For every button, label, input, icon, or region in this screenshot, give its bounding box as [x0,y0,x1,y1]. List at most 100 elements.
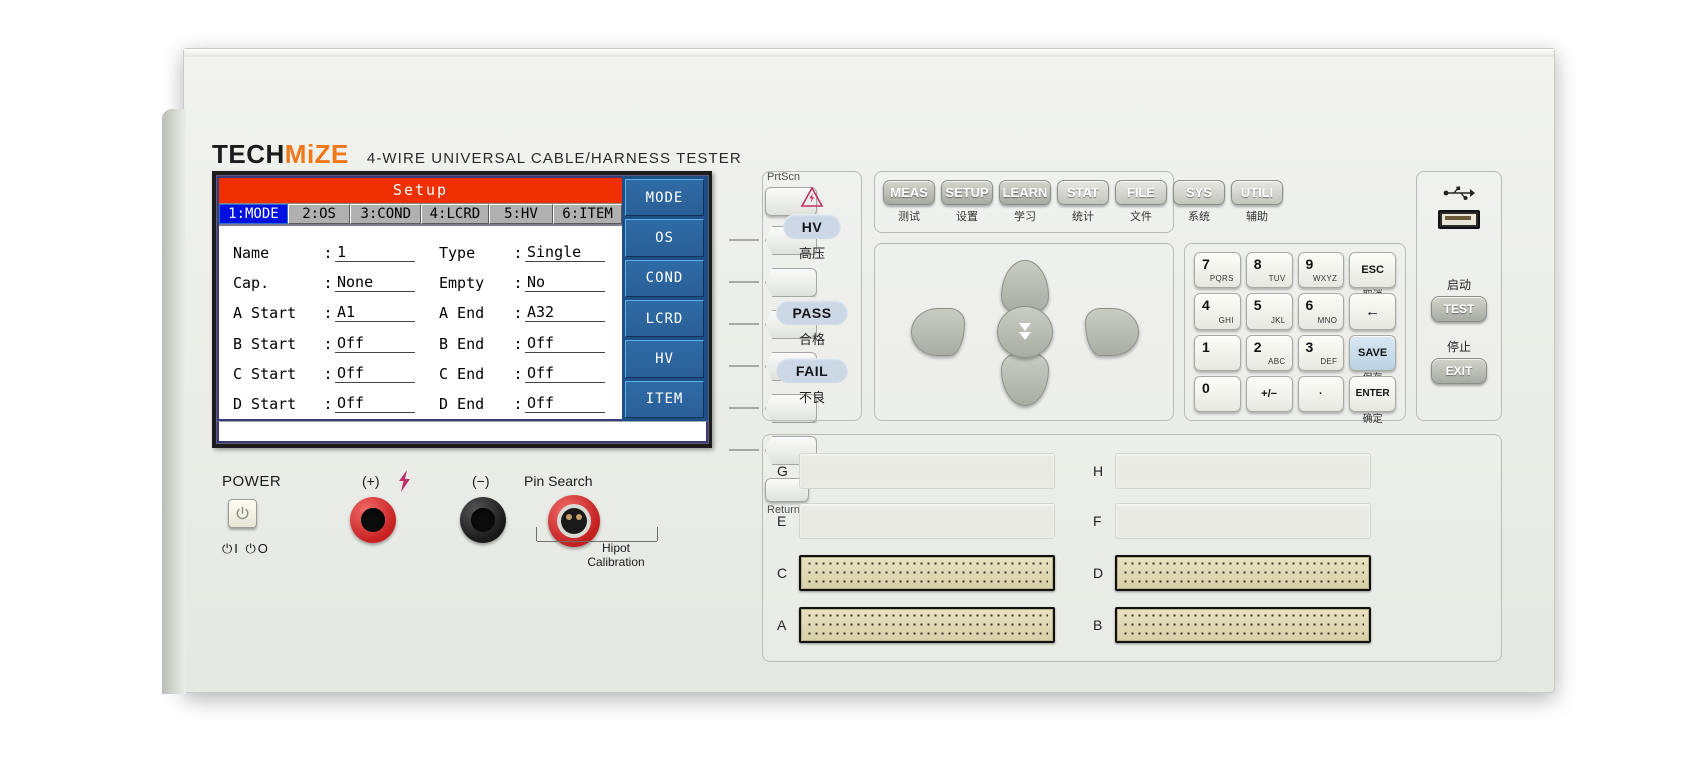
connector-blank-g[interactable] [799,453,1055,489]
double-arrow-down-icon[interactable] [997,306,1053,358]
field-a-end-value[interactable]: A32 [525,304,605,323]
pin-array [1117,557,1369,589]
tab-hv-label: 5:HV [504,206,538,222]
setup-key[interactable]: SETUP 设置 [941,180,993,224]
arrow-down-icon[interactable] [1001,354,1049,406]
key-guide-dash [729,449,759,451]
key-9-letters: WXYZ [1312,274,1338,284]
chassis-left-bevel [162,109,186,694]
field-type-value[interactable]: Single [525,244,605,263]
field-name-value[interactable]: 1 [335,244,415,263]
arrow-left-icon: ← [1365,302,1381,320]
field-c-end: C End : Off [439,364,605,383]
minus-banana-jack[interactable] [460,497,506,543]
pass-lamp: PASS [776,300,848,325]
pin-search-label: Pin Search [524,473,593,489]
softkey-lcrd[interactable]: LCRD [625,299,704,338]
connector-blank-e[interactable] [799,503,1055,539]
stat-key[interactable]: STAT 统计 [1057,180,1109,224]
connector-pins-d[interactable] [1115,555,1371,591]
key-backspace[interactable]: ← [1349,293,1396,330]
key-2[interactable]: 2 ABC [1245,334,1293,371]
key-9[interactable]: 9 WXYZ [1297,252,1345,289]
utili-key[interactable]: UTILI 辅助 [1231,180,1283,224]
field-b-end: B End : Off [439,334,605,353]
tab-os[interactable]: 2:OS [287,204,351,224]
key-dot-label: · [1319,387,1323,400]
field-a-end: A End : A32 [439,304,605,323]
key-plusminus[interactable]: +/− [1245,375,1293,412]
connector-blank-h[interactable] [1115,453,1371,489]
power-button[interactable] [228,499,257,528]
connector-label-g: G [777,463,788,479]
key-0-digit: 0 [1202,379,1210,396]
setup-key-cap: SETUP [941,180,993,205]
lcd-softkey-column: MODE OS COND LCRD HV ITEM [622,176,708,421]
brand-name-part1: TECH [212,139,285,169]
field-empty-value[interactable]: No [525,274,605,293]
connector-slot-e: E [777,503,1055,539]
tab-cond-label: 3:COND [360,206,412,222]
tab-cond[interactable]: 3:COND [350,204,422,224]
form-row: A Start : A1 A End : A32 [233,296,610,323]
key-5[interactable]: 5 JKL [1245,293,1293,330]
stat-key-cn: 统计 [1072,210,1094,223]
key-7[interactable]: 7 PQRS [1194,252,1241,289]
key-esc[interactable]: ESC取消 [1349,252,1396,301]
meas-key[interactable]: MEAS 测试 [883,180,935,224]
key-dot[interactable]: · [1297,375,1345,412]
learn-key[interactable]: LEARN 学习 [999,180,1051,224]
usb-port[interactable] [1438,210,1480,229]
arrow-right-icon[interactable] [1085,308,1139,356]
key-3[interactable]: 3 DEF [1297,334,1345,371]
field-c-end-value[interactable]: Off [525,364,605,383]
key-save[interactable]: SAVE保存 [1349,334,1396,384]
field-b-start-value[interactable]: Off [335,334,415,353]
plus-banana-jack[interactable] [350,497,396,543]
key-save-label: SAVE [1358,346,1388,359]
softkey-item[interactable]: ITEM [625,380,704,418]
connector-slot-g: G [777,453,1055,489]
connector-pins-b[interactable] [1115,607,1371,643]
field-a-start-value[interactable]: A1 [335,304,415,323]
test-button[interactable]: TEST [1431,296,1487,322]
power-symbol-icon [236,506,249,520]
hv-lamp: HV [783,214,841,239]
field-cap-value[interactable]: None [335,274,415,293]
arrow-left-icon[interactable] [911,308,965,356]
connector-label-e: E [777,513,787,529]
key-3-letters: DEF [1320,356,1338,366]
field-d-start-value[interactable]: Off [335,394,415,413]
field-c-start-value[interactable]: Off [335,364,415,383]
field-d-end-value[interactable]: Off [525,394,605,413]
key-enter[interactable]: ENTER 确定 [1349,375,1396,425]
connector-pins-c[interactable] [799,555,1055,591]
file-key[interactable]: FILE 文件 [1115,180,1167,224]
tab-mode[interactable]: 1:MODE [219,204,288,224]
arrow-up-icon[interactable] [1001,260,1049,312]
key-1[interactable]: 1 [1194,334,1241,371]
tab-hv[interactable]: 5:HV [488,204,554,224]
key-guide-dash [729,281,759,283]
tab-item[interactable]: 6:ITEM [553,204,622,224]
exit-button[interactable]: EXIT [1431,358,1487,384]
connector-pins-a[interactable] [799,607,1055,643]
field-b-end-value[interactable]: Off [525,334,605,353]
softkey-cond[interactable]: COND [625,259,704,297]
tab-lcrd[interactable]: 4:LCRD [421,204,489,224]
colon: : [513,364,523,383]
softkey-hv[interactable]: HV [625,340,704,378]
softkey-os[interactable]: OS [625,219,704,257]
lcd-screen: Setup 1:MODE 2:OS 3:COND 4:LCRD 5:HV 6:I… [216,175,709,444]
key-8[interactable]: 8 TUV [1245,252,1293,289]
sys-key[interactable]: SYS 系统 [1173,180,1225,224]
softkey-mode[interactable]: MODE [625,179,704,217]
colon: : [323,304,333,323]
key-6[interactable]: 6 MNO [1297,293,1345,330]
key-4[interactable]: 4 GHI [1194,293,1241,330]
tab-mode-label: 1:MODE [228,206,279,222]
colon: : [323,364,333,383]
connector-blank-f[interactable] [1115,503,1371,539]
key-0[interactable]: 0 [1194,375,1241,412]
key-enter-cn: 确定 [1362,414,1383,425]
